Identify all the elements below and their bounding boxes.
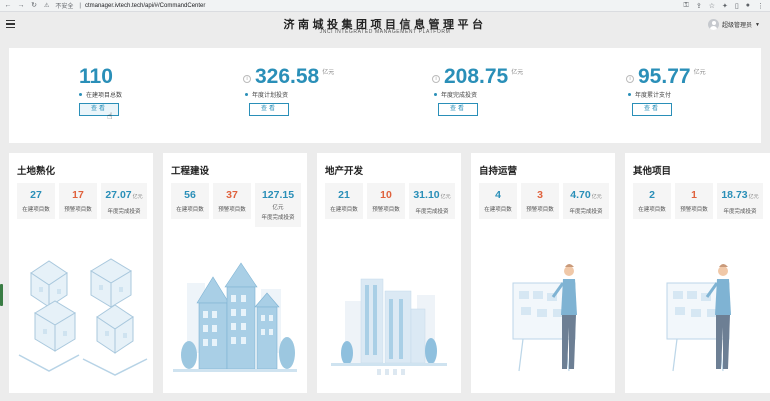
city-illustration <box>331 278 447 375</box>
info-icon[interactable]: i <box>243 75 251 83</box>
avatar[interactable] <box>708 19 720 30</box>
stat-completed-investment: i 208.75 亿元 年度完成投资 查看 <box>432 66 592 116</box>
browser-tools: ⚿ ⇪ ☆ ✦ ▯ ● ⋮ <box>684 2 770 10</box>
stat-label: 年度计划投资 <box>252 93 289 99</box>
sidebar-icon[interactable]: ▯ <box>735 2 739 10</box>
user-name[interactable]: 超级管理员 <box>722 20 752 29</box>
metric-active-projects[interactable]: 27 在建项目数 <box>17 183 55 219</box>
metric-annual-investment[interactable]: 4.70亿元 年度完成投资 <box>563 183 609 219</box>
view-button[interactable]: 查看 <box>632 103 672 116</box>
presenter-board-illustration <box>666 264 731 372</box>
view-button[interactable]: 查看 <box>249 103 289 116</box>
stat-label: 在建项目总数 <box>86 93 123 99</box>
card-construction[interactable]: 工程建设 56 在建项目数 37 预警项目数 127.15 亿元 年度完成投资 <box>163 153 307 393</box>
browser-nav: ← → ↻ <box>0 1 38 11</box>
card-title: 工程建设 <box>171 166 210 177</box>
card-metrics: 2 在建项目数 1 预警项目数 18.73亿元 年度完成投资 <box>633 183 763 219</box>
metric-warning-projects[interactable]: 10 预警项目数 <box>367 183 405 219</box>
caret-down-icon[interactable]: ▼ <box>755 22 760 28</box>
card-land-development[interactable]: 土地熟化 27 在建项目数 17 预警项目数 27.07亿元 年度完成投资 <box>9 153 153 393</box>
stat-cumulative-payment: i 95.77 亿元 年度累计支付 查看 <box>626 66 770 116</box>
security-label[interactable]: 不安全 <box>55 1 73 10</box>
profile-icon[interactable]: ● <box>746 2 750 10</box>
bullet-icon <box>79 93 82 96</box>
metric-active-projects[interactable]: 2 在建项目数 <box>633 183 671 219</box>
reload-icon[interactable]: ↻ <box>30 1 38 11</box>
user-menu[interactable]: 超级管理员 ▼ <box>708 19 760 30</box>
card-metrics: 27 在建项目数 17 预警项目数 27.07亿元 年度完成投资 <box>17 183 147 219</box>
browser-toolbar: ← → ↻ ⚠ 不安全 | ctmanager.ivtech.tech/api/… <box>0 0 770 12</box>
back-icon[interactable]: ← <box>4 1 12 11</box>
metric-warning-projects[interactable]: 17 预警项目数 <box>59 183 97 219</box>
stat-value: 110 <box>79 65 113 88</box>
bullet-icon <box>245 93 248 96</box>
extension-icon[interactable]: ✦ <box>722 2 728 10</box>
stat-planned-investment: i 326.58 亿元 年度计划投资 查看 <box>243 66 403 116</box>
view-button[interactable]: 查看 <box>79 103 119 116</box>
metric-active-projects[interactable]: 4 在建项目数 <box>479 183 517 219</box>
bullet-icon <box>434 93 437 96</box>
presenter-board-illustration <box>512 264 577 372</box>
card-self-operation[interactable]: 自持运营 4 在建项目数 3 预警项目数 4.70亿元 年度完成投资 <box>471 153 615 393</box>
forward-icon[interactable]: → <box>17 1 25 11</box>
summary-panel: 110 在建项目总数 查看 i 326.58 亿元 年度计划投资 查看 i 20… <box>9 48 761 143</box>
card-metrics: 56 在建项目数 37 预警项目数 127.15 亿元 年度完成投资 <box>171 183 301 227</box>
card-real-estate[interactable]: 地产开发 21 在建项目数 10 预警项目数 31.10亿元 年度完成投资 <box>317 153 461 393</box>
stat-unit: 亿元 <box>511 70 524 76</box>
metric-annual-investment[interactable]: 127.15 亿元 年度完成投资 <box>255 183 301 227</box>
star-icon[interactable]: ☆ <box>709 2 715 10</box>
buildings-illustration <box>173 262 297 372</box>
share-icon[interactable]: ⇪ <box>696 2 702 10</box>
metric-annual-investment[interactable]: 27.07亿元 年度完成投资 <box>101 183 147 219</box>
card-metrics: 21 在建项目数 10 预警项目数 31.10亿元 年度完成投资 <box>325 183 455 219</box>
side-drawer-handle[interactable] <box>0 284 3 306</box>
stat-total-projects: 110 在建项目总数 查看 <box>79 66 239 116</box>
pointer-cursor-icon: ☝ <box>107 111 113 121</box>
stat-unit: 亿元 <box>322 70 335 76</box>
address-bar[interactable]: ctmanager.ivtech.tech/api/#/CommandCente… <box>85 3 205 9</box>
more-icon[interactable]: ⋮ <box>757 2 764 10</box>
card-title: 自持运营 <box>479 166 518 177</box>
warning-icon[interactable]: ⚠ <box>44 2 49 9</box>
page-subtitle: JNCI INTEGRATED MANAGEMENT PLATFORM <box>319 29 451 35</box>
card-title: 地产开发 <box>325 166 364 177</box>
stat-value: 208.75 <box>444 65 509 88</box>
info-icon[interactable]: i <box>432 75 440 83</box>
card-title: 其他项目 <box>633 166 672 177</box>
stat-value: 95.77 <box>638 65 691 88</box>
bullet-icon <box>628 93 631 96</box>
card-metrics: 4 在建项目数 3 预警项目数 4.70亿元 年度完成投资 <box>479 183 609 219</box>
view-button[interactable]: 查看 <box>438 103 478 116</box>
card-other-projects[interactable]: 其他项目 2 在建项目数 1 预警项目数 18.73亿元 年度完成投资 <box>625 153 770 393</box>
metric-warning-projects[interactable]: 1 预警项目数 <box>675 183 713 219</box>
key-icon[interactable]: ⚿ <box>684 2 689 10</box>
metric-active-projects[interactable]: 56 在建项目数 <box>171 183 209 219</box>
app-header: 济南城投集团项目信息管理平台 JNCI INTEGRATED MANAGEMEN… <box>0 12 770 42</box>
houses-illustration <box>18 258 148 376</box>
stat-label: 年度累计支付 <box>635 93 672 99</box>
stat-label: 年度完成投资 <box>441 93 478 99</box>
metric-warning-projects[interactable]: 3 预警项目数 <box>521 183 559 219</box>
metric-warning-projects[interactable]: 37 预警项目数 <box>213 183 251 219</box>
info-icon[interactable]: i <box>626 75 634 83</box>
metric-active-projects[interactable]: 21 在建项目数 <box>325 183 363 219</box>
metric-annual-investment[interactable]: 31.10亿元 年度完成投资 <box>409 183 455 219</box>
stat-unit: 亿元 <box>693 70 706 76</box>
stat-value: 326.58 <box>255 65 320 88</box>
card-title: 土地熟化 <box>17 166 56 177</box>
metric-annual-investment[interactable]: 18.73亿元 年度完成投资 <box>717 183 763 219</box>
